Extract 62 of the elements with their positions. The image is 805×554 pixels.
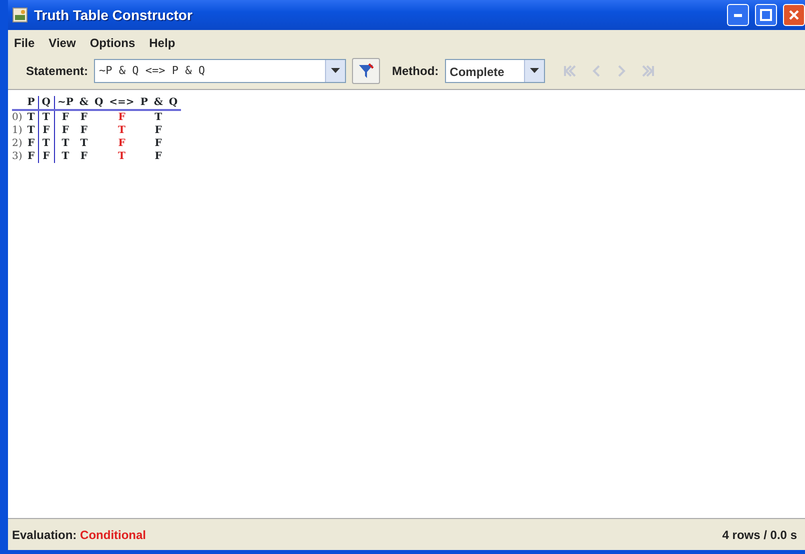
row-number: 3) <box>12 150 24 163</box>
table-cell-text: F <box>154 137 163 150</box>
first-icon <box>562 63 578 79</box>
menu-item[interactable]: Help <box>149 34 176 52</box>
table-cell: F <box>106 110 138 124</box>
table-cell: F <box>76 110 92 124</box>
table-cell: T <box>150 110 166 124</box>
table-cell-text: T <box>117 124 126 137</box>
evaluation-value: Conditional <box>80 528 146 542</box>
minimize-icon <box>734 14 742 16</box>
evaluate-button[interactable] <box>352 58 380 84</box>
column-header: P <box>24 96 38 110</box>
minimize-button[interactable] <box>727 4 749 26</box>
table-cell-text: T <box>79 137 89 150</box>
menu-item[interactable]: View <box>48 34 76 52</box>
row-number: 0) <box>12 110 24 124</box>
table-cell: F <box>54 110 76 124</box>
app-icon <box>12 7 28 23</box>
caret-icon <box>530 68 539 74</box>
table-cell-text: F <box>154 150 163 163</box>
column-header: Q <box>166 96 181 110</box>
table-cell: F <box>54 124 76 137</box>
row-number: 2) <box>12 137 24 150</box>
funnel-icon <box>357 62 376 80</box>
table-cell-text: F <box>154 124 163 137</box>
column-header: & <box>150 96 166 110</box>
table-cell: T <box>54 150 76 163</box>
column-header: ~P <box>54 96 76 110</box>
column-header: & <box>76 96 92 110</box>
menu-item[interactable]: Options <box>90 34 136 52</box>
column-header: Q <box>91 96 106 110</box>
table-cell: T <box>54 137 76 150</box>
statement-label: Statement: <box>26 63 88 80</box>
close-icon <box>788 9 800 21</box>
maximize-button[interactable] <box>755 4 777 26</box>
maximize-icon <box>760 9 772 21</box>
table-cell: T <box>24 124 38 137</box>
status-summary: 4 rows / 0.0 s <box>722 527 797 544</box>
table-cell: T <box>38 137 54 150</box>
statement-field[interactable]: ~P & Q <=> P & Q <box>94 59 346 83</box>
table-cell: F <box>24 137 38 150</box>
close-button[interactable] <box>783 4 805 26</box>
method-dropdown[interactable]: Complete <box>444 59 545 83</box>
table-cell-text: F <box>79 124 88 137</box>
table-cell: F <box>24 150 38 163</box>
caret-icon <box>331 68 340 74</box>
table-cell-text: F <box>117 137 126 150</box>
window-title: Truth Table Constructor <box>34 6 192 24</box>
column-header: Q <box>38 96 54 110</box>
evaluation-label: Evaluation: <box>12 528 77 542</box>
menu-item[interactable]: File <box>14 34 35 52</box>
method-label: Method: <box>392 63 439 80</box>
column-header: P <box>137 96 151 110</box>
last-icon <box>640 63 656 79</box>
table-cell: T <box>24 110 38 124</box>
table-cell-text: T <box>117 150 126 163</box>
table-cell: F <box>38 150 54 163</box>
column-header: <=> <box>106 96 138 110</box>
table-cell-text: F <box>79 150 88 163</box>
table-cell: T <box>38 110 54 124</box>
row-number: 1) <box>12 124 24 137</box>
table-cell: F <box>38 124 54 137</box>
